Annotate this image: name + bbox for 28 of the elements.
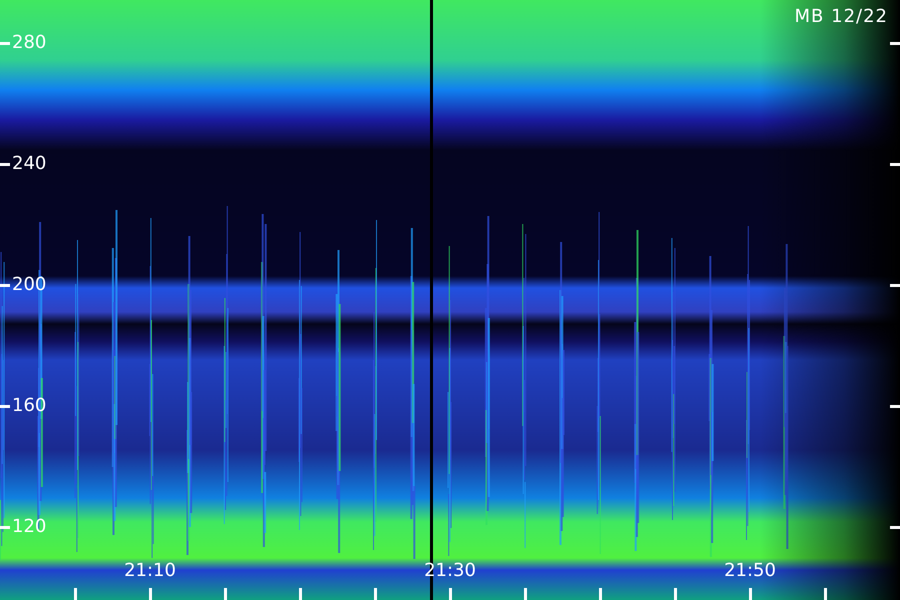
tick-mark [890, 163, 900, 166]
axis-label: 21:50 [724, 560, 776, 581]
tick-mark [674, 588, 677, 600]
tick-mark [890, 284, 900, 287]
tick-mark [299, 588, 302, 600]
tick-mark [599, 588, 602, 600]
tick-mark [890, 42, 900, 45]
tick-mark [224, 588, 227, 600]
tick-mark [0, 404, 10, 408]
tick-mark [449, 588, 452, 600]
tick-mark [749, 588, 752, 600]
tick-mark [0, 162, 10, 166]
axis-label: 21:10 [124, 560, 176, 581]
tick-mark [524, 588, 527, 600]
axis-label: 120 [12, 517, 46, 537]
tick-mark [374, 588, 377, 600]
tick-mark [890, 526, 900, 529]
axis-label: 240 [12, 154, 46, 174]
tick-mark [824, 588, 827, 600]
axis-label: 280 [12, 33, 46, 53]
tick-mark [0, 42, 10, 44]
axis-label: 200 [12, 275, 46, 295]
chart-title: MB 12/22 [794, 6, 888, 27]
tick-mark [0, 526, 10, 528]
tick-mark [0, 284, 10, 286]
tick-mark [890, 405, 900, 408]
tick-mark [74, 588, 77, 600]
tick-mark [149, 588, 152, 600]
